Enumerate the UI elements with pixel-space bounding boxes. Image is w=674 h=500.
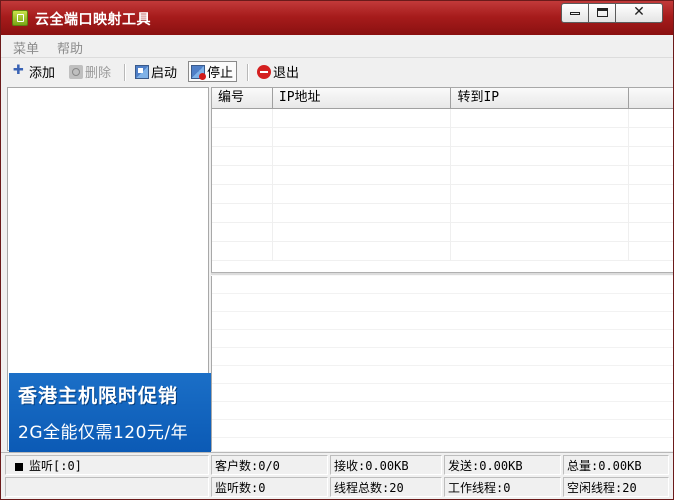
listening-count: 监听数:0 <box>211 477 328 497</box>
table-header: 编号 IP地址 转到IP <box>212 88 673 109</box>
stop-button[interactable]: 停止 <box>188 61 238 82</box>
column-header-id[interactable]: 编号 <box>212 88 273 108</box>
listen-indicator-icon <box>15 462 23 471</box>
log-row <box>212 366 673 384</box>
start-label: 启动 <box>151 66 178 81</box>
table-row <box>212 204 673 223</box>
stop-icon <box>191 64 206 80</box>
close-icon: ✕ <box>633 4 645 20</box>
exit-label: 退出 <box>273 66 300 81</box>
menu-item-menu[interactable]: 菜单 <box>13 38 39 57</box>
table-row <box>212 128 673 147</box>
toolbar-separator <box>247 64 249 81</box>
maximize-button[interactable] <box>588 3 616 23</box>
total-bytes: 总量:0.00KB <box>563 455 669 475</box>
ad-headline: 香港主机限时促销 <box>18 385 179 407</box>
add-button[interactable]: 添加 <box>13 61 55 82</box>
start-icon <box>135 64 149 79</box>
mapping-table[interactable]: 编号 IP地址 转到IP <box>211 87 673 273</box>
table-body <box>212 109 673 273</box>
listen-status: 监听[:0] <box>5 455 209 475</box>
log-row <box>212 348 673 366</box>
delete-icon <box>69 64 83 79</box>
title-bar[interactable]: 云全端口映射工具 ✕ <box>1 1 673 35</box>
window-title: 云全端口映射工具 <box>35 12 151 28</box>
start-button[interactable]: 启动 <box>135 61 177 82</box>
minimize-button[interactable] <box>561 3 588 23</box>
log-row <box>212 312 673 330</box>
ad-banner[interactable]: 香港主机限时促销 2G全能仅需120元/年 <box>9 373 211 452</box>
close-button[interactable]: ✕ <box>616 3 663 23</box>
log-row <box>212 294 673 312</box>
maximize-icon <box>597 8 608 17</box>
received-bytes: 接收:0.00KB <box>330 455 442 475</box>
log-row <box>212 384 673 402</box>
sent-bytes: 发送:0.00KB <box>444 455 561 475</box>
log-row <box>212 276 673 294</box>
table-row <box>212 166 673 185</box>
table-row <box>212 242 673 261</box>
table-row <box>212 185 673 204</box>
toolbar: 添加 删除 启动 停止 退出 <box>1 58 673 85</box>
column-header-target-ip[interactable]: 转到IP <box>451 88 630 108</box>
stop-label: 停止 <box>207 66 234 81</box>
threads-total: 线程总数:20 <box>330 477 442 497</box>
log-row <box>212 330 673 348</box>
table-row <box>212 223 673 242</box>
toolbar-separator <box>124 64 126 81</box>
log-pane[interactable] <box>211 276 673 451</box>
log-row <box>212 438 673 451</box>
ad-subline: 2G全能仅需120元/年 <box>18 423 189 443</box>
add-label: 添加 <box>29 66 56 81</box>
table-row <box>212 109 673 128</box>
column-header-ip[interactable]: IP地址 <box>273 88 452 108</box>
threads-working: 工作线程:0 <box>444 477 561 497</box>
plus-icon <box>13 63 27 79</box>
app-window: 云全端口映射工具 ✕ 菜单 帮助 添加 删除 启动 <box>0 0 674 500</box>
column-header-extra[interactable] <box>629 88 673 108</box>
exit-icon <box>257 64 271 79</box>
menu-item-help[interactable]: 帮助 <box>57 38 83 57</box>
delete-button[interactable]: 删除 <box>69 61 111 82</box>
status-empty-cell <box>5 477 209 497</box>
listen-status-text: 监听[:0] <box>29 459 82 473</box>
minimize-icon <box>570 12 580 15</box>
status-bar: 监听[:0] 客户数:0/0 接收:0.00KB 发送:0.00KB 总量:0.… <box>1 452 673 499</box>
threads-idle: 空闲线程:20 <box>563 477 669 497</box>
menu-bar: 菜单 帮助 <box>1 35 673 58</box>
exit-button[interactable]: 退出 <box>257 61 299 82</box>
table-row <box>212 147 673 166</box>
delete-label: 删除 <box>85 66 112 81</box>
log-row <box>212 420 673 438</box>
log-row <box>212 402 673 420</box>
clients-count: 客户数:0/0 <box>211 455 328 475</box>
window-controls: ✕ <box>561 3 663 23</box>
app-icon <box>12 10 28 26</box>
